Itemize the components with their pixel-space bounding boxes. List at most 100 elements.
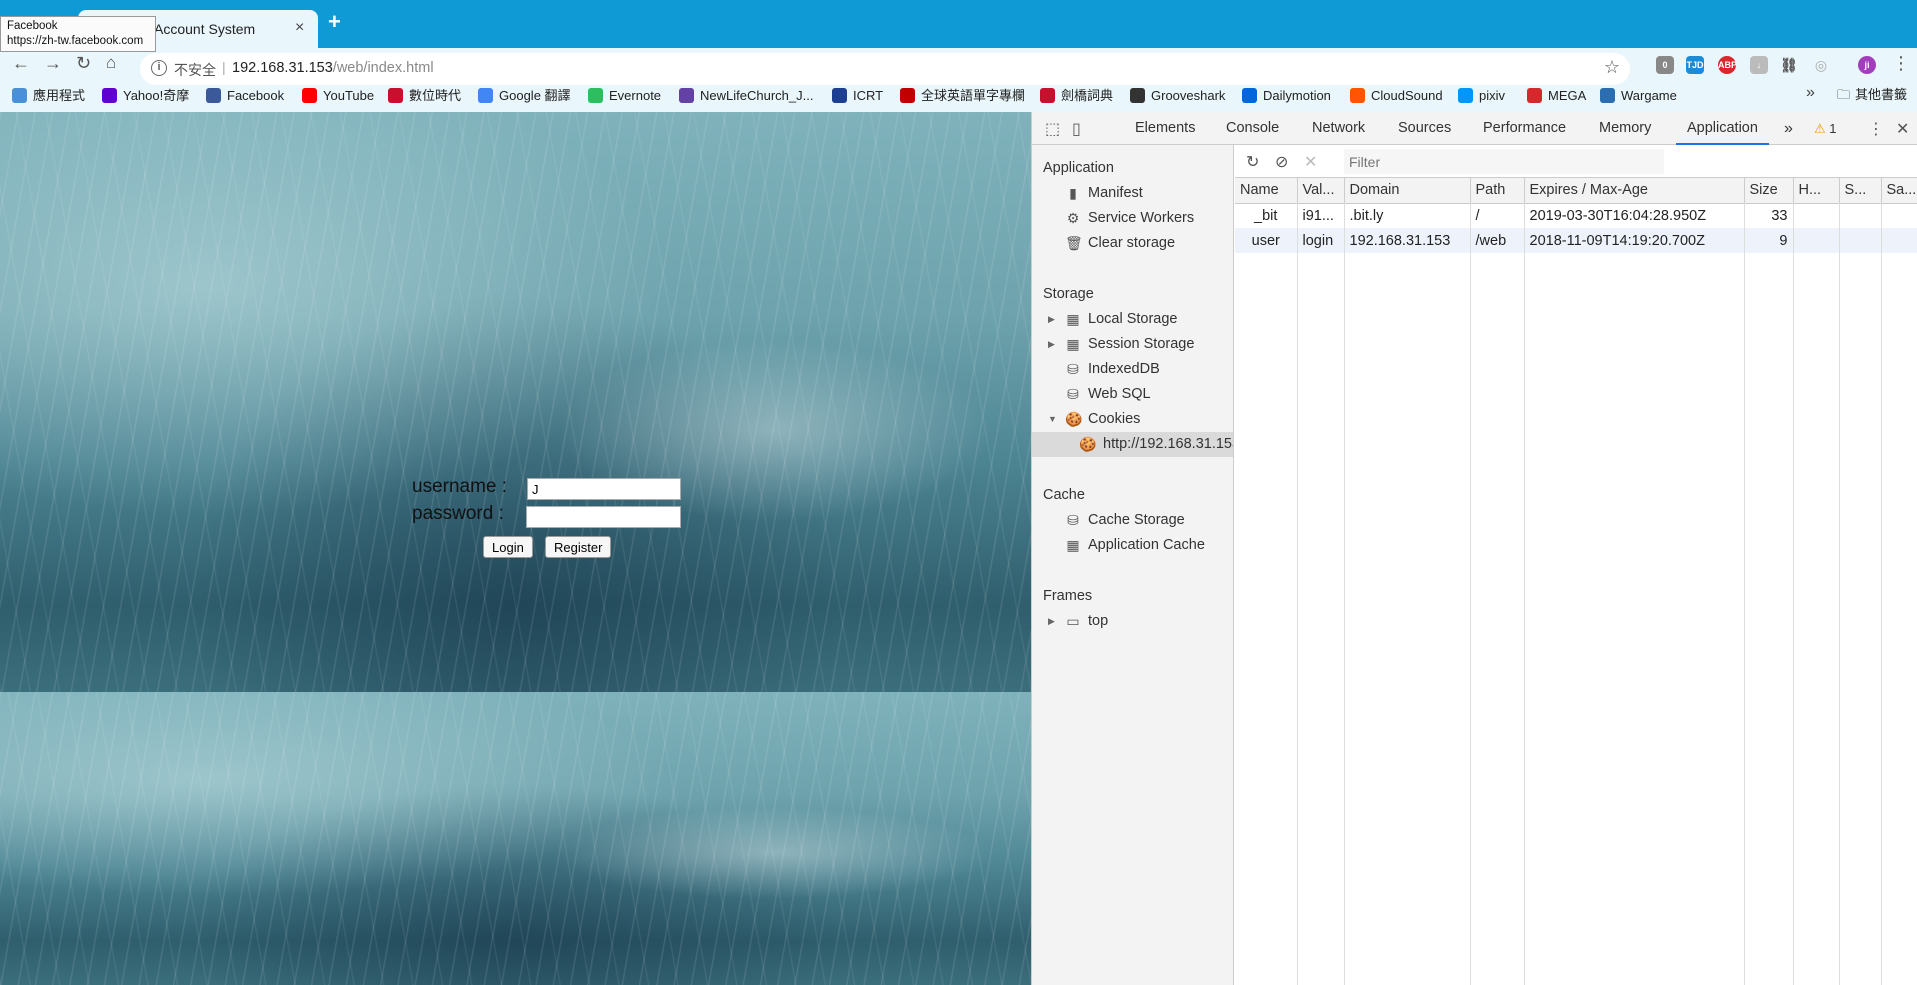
column-header-name[interactable]: Name: [1235, 178, 1298, 204]
tab-network[interactable]: Network: [1312, 112, 1365, 145]
url-text[interactable]: 192.168.31.153/web/index.html: [232, 60, 434, 76]
sidebar-item-service-workers[interactable]: ⚙ Service Workers: [1032, 206, 1233, 231]
bookmarks-more-button[interactable]: »: [1806, 84, 1815, 102]
expand-arrow-icon[interactable]: ▶: [1048, 332, 1055, 357]
extension-badge-icon[interactable]: 0: [1656, 56, 1674, 74]
column-header-path[interactable]: Path: [1470, 178, 1525, 204]
bookmark-label: MEGA: [1548, 88, 1587, 103]
tab-application[interactable]: Application: [1676, 112, 1769, 145]
filter-input[interactable]: [1344, 149, 1664, 174]
download-extension-icon[interactable]: ↓: [1750, 56, 1768, 74]
profile-avatar[interactable]: ji: [1858, 56, 1876, 74]
bookmark-item[interactable]: 劍橋詞典: [1040, 84, 1113, 108]
bookmark-favicon-icon: [1130, 88, 1145, 103]
bookmark-favicon-icon: [679, 88, 694, 103]
column-header-samesite[interactable]: Sa...: [1881, 178, 1917, 204]
other-bookmarks-label: 其他書籤: [1855, 87, 1908, 102]
username-input[interactable]: [527, 478, 681, 500]
password-input[interactable]: [526, 506, 681, 528]
bookmark-item[interactable]: Evernote: [588, 84, 661, 108]
bookmark-item[interactable]: Google 翻譯: [478, 84, 571, 108]
bookmark-item[interactable]: Grooveshark: [1130, 84, 1225, 108]
tab-elements[interactable]: Elements: [1135, 112, 1195, 145]
adblock-icon[interactable]: ABP: [1718, 56, 1737, 74]
forward-icon[interactable]: →: [44, 53, 62, 74]
column-header-size[interactable]: Size: [1744, 178, 1794, 204]
link-extension-icon[interactable]: ⛓: [1780, 56, 1798, 74]
column-header-expires[interactable]: Expires / Max-Age: [1524, 178, 1745, 204]
devtools-close-icon[interactable]: ✕: [1896, 119, 1909, 139]
url-separator: |: [222, 59, 226, 75]
bookmark-item[interactable]: Dailymotion: [1242, 84, 1331, 108]
bookmark-item[interactable]: 應用程式: [12, 84, 85, 108]
bookmark-favicon-icon: [1527, 88, 1542, 103]
sidebar-item-local-storage[interactable]: ▶ ▦ Local Storage: [1032, 307, 1233, 332]
new-tab-button[interactable]: +: [328, 11, 341, 33]
reload-icon[interactable]: ↻: [76, 53, 91, 74]
username-label: username :: [412, 476, 508, 497]
tab-console[interactable]: Console: [1226, 112, 1279, 145]
sidebar-item-session-storage[interactable]: ▶ ▦ Session Storage: [1032, 332, 1233, 357]
column-header-secure[interactable]: S...: [1839, 178, 1882, 204]
password-label: password :: [412, 503, 504, 524]
back-icon[interactable]: ←: [12, 53, 30, 74]
devtools-menu-icon[interactable]: ⋮: [1868, 119, 1884, 139]
browser-menu-icon[interactable]: ⋮: [1892, 53, 1910, 74]
bookmark-item[interactable]: CloudSound: [1350, 84, 1443, 108]
sidebar-item-cookie-origin[interactable]: 🍪 http://192.168.31.153: [1032, 432, 1233, 457]
devtools-panel: ⬚ ▯ Elements Console Network Sources Per…: [1031, 112, 1917, 985]
database-icon: ⛁: [1067, 361, 1079, 377]
expand-arrow-icon[interactable]: ▶: [1048, 609, 1055, 634]
expand-arrow-icon[interactable]: ▶: [1048, 307, 1055, 332]
sidebar-item-label: Cache Storage: [1088, 512, 1185, 528]
login-button[interactable]: Login: [483, 536, 533, 558]
inspect-element-icon[interactable]: ⬚: [1045, 119, 1060, 139]
sidebar-item-frame-top[interactable]: ▶ ▭ top: [1032, 609, 1233, 634]
bookmark-item[interactable]: 全球英語單字專欄: [900, 84, 1025, 108]
sidebar-item-label: Session Storage: [1088, 336, 1195, 352]
sidebar-item-manifest[interactable]: ▮ Manifest: [1032, 181, 1233, 206]
extension-tjd-icon[interactable]: TJD: [1686, 56, 1704, 74]
cell-domain: 192.168.31.153: [1344, 228, 1471, 253]
refresh-icon[interactable]: ↻: [1246, 152, 1259, 172]
bookmark-item[interactable]: ICRT: [832, 84, 883, 108]
bookmark-item[interactable]: MEGA: [1527, 84, 1586, 108]
device-toolbar-icon[interactable]: ▯: [1072, 119, 1081, 139]
other-bookmarks-folder[interactable]: 🗀 其他書籤: [1837, 84, 1907, 108]
bookmark-item[interactable]: Yahoo!奇摩: [102, 84, 189, 108]
bookmark-item[interactable]: Facebook: [206, 84, 284, 108]
tab-memory[interactable]: Memory: [1599, 112, 1651, 145]
column-header-httponly[interactable]: H...: [1793, 178, 1840, 204]
collapse-arrow-icon[interactable]: ▼: [1048, 407, 1057, 432]
sidebar-item-clear-storage[interactable]: 🗑 Clear storage: [1032, 231, 1233, 256]
sidebar-item-cache-storage[interactable]: ⛁ Cache Storage: [1032, 508, 1233, 533]
more-tabs-icon[interactable]: »: [1784, 112, 1793, 145]
warnings-counter[interactable]: ⚠ 1: [1814, 112, 1837, 145]
bookmark-item[interactable]: Wargame: [1600, 84, 1677, 108]
sidebar-item-cookies[interactable]: ▼ 🍪 Cookies: [1032, 407, 1233, 432]
sidebar-item-web-sql[interactable]: ⛁ Web SQL: [1032, 382, 1233, 407]
tab-close-icon[interactable]: ×: [295, 19, 304, 37]
sidebar-item-application-cache[interactable]: ▦ Application Cache: [1032, 533, 1233, 558]
column-header-value[interactable]: Val...: [1297, 178, 1345, 204]
column-header-domain[interactable]: Domain: [1344, 178, 1471, 204]
clear-all-icon[interactable]: ⊘: [1275, 152, 1288, 172]
bookmark-item[interactable]: pixiv: [1458, 84, 1505, 108]
bookmark-label: Wargame: [1621, 88, 1677, 103]
bookmark-star-icon[interactable]: ☆: [1604, 57, 1620, 78]
cell-domain: .bit.ly: [1344, 203, 1471, 228]
table-row[interactable]: user login 192.168.31.153 /web 2018-11-0…: [1235, 228, 1917, 253]
info-icon[interactable]: i: [151, 60, 167, 76]
bookmark-item[interactable]: NewLifeChurch_J...: [679, 84, 813, 108]
bookmark-item[interactable]: YouTube: [302, 84, 374, 108]
bookmark-item[interactable]: 數位時代: [388, 84, 461, 108]
delete-selected-icon[interactable]: ✕: [1304, 152, 1317, 172]
eye-extension-icon[interactable]: ◎: [1812, 56, 1830, 74]
tab-performance[interactable]: Performance: [1483, 112, 1566, 145]
sidebar-item-indexeddb[interactable]: ⛁ IndexedDB: [1032, 357, 1233, 382]
table-row[interactable]: _bit i91... .bit.ly / 2019-03-30T16:04:2…: [1235, 203, 1917, 228]
home-icon[interactable]: ⌂: [106, 53, 116, 73]
bookmark-label: CloudSound: [1371, 88, 1443, 103]
tab-sources[interactable]: Sources: [1398, 112, 1451, 145]
register-button[interactable]: Register: [545, 536, 612, 558]
